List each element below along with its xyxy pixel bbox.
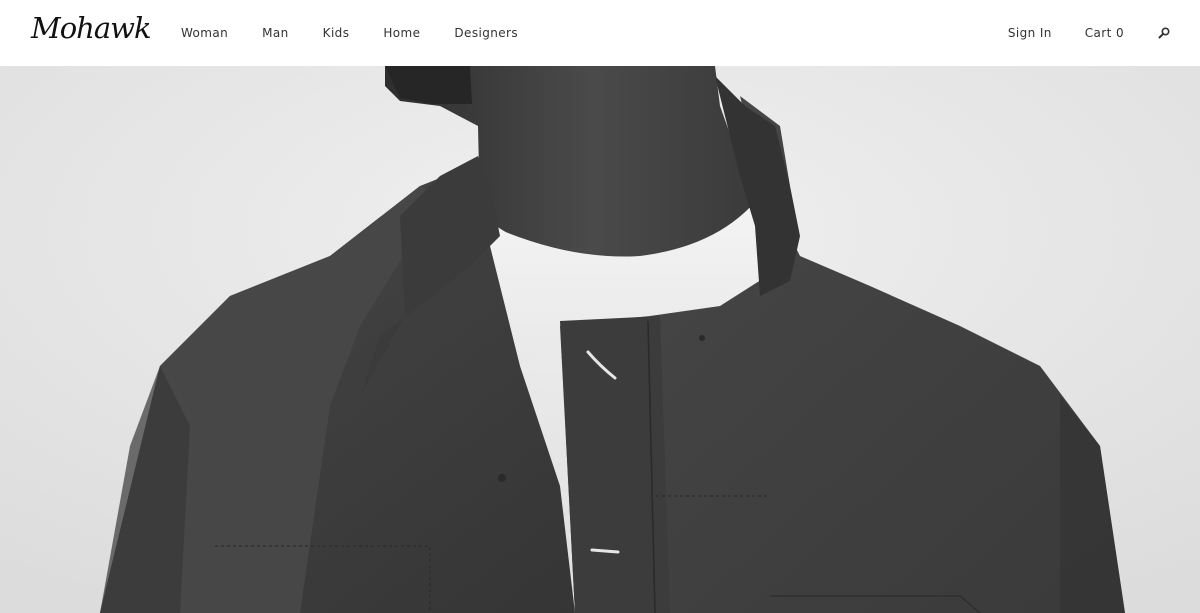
nav-item-kids[interactable]: Kids (323, 25, 350, 41)
page: Mohawk Woman Man Kids Home Designers Sig… (0, 0, 1200, 613)
search-icon[interactable] (1158, 27, 1170, 39)
brand-logo[interactable]: Mohawk (31, 14, 152, 43)
nav-item-man[interactable]: Man (262, 25, 289, 41)
hero-image (0, 66, 1200, 613)
main-nav: Woman Man Kids Home Designers (181, 25, 552, 41)
hero-photo (0, 66, 1200, 613)
site-header: Mohawk Woman Man Kids Home Designers Sig… (0, 0, 1200, 66)
nav-item-designers[interactable]: Designers (454, 25, 518, 41)
sign-in-link[interactable]: Sign In (1008, 25, 1052, 41)
cart-link[interactable]: Cart 0 (1085, 25, 1124, 41)
account-nav: Sign In Cart 0 (1008, 25, 1170, 41)
nav-item-home[interactable]: Home (383, 25, 420, 41)
nav-item-woman[interactable]: Woman (181, 25, 228, 41)
